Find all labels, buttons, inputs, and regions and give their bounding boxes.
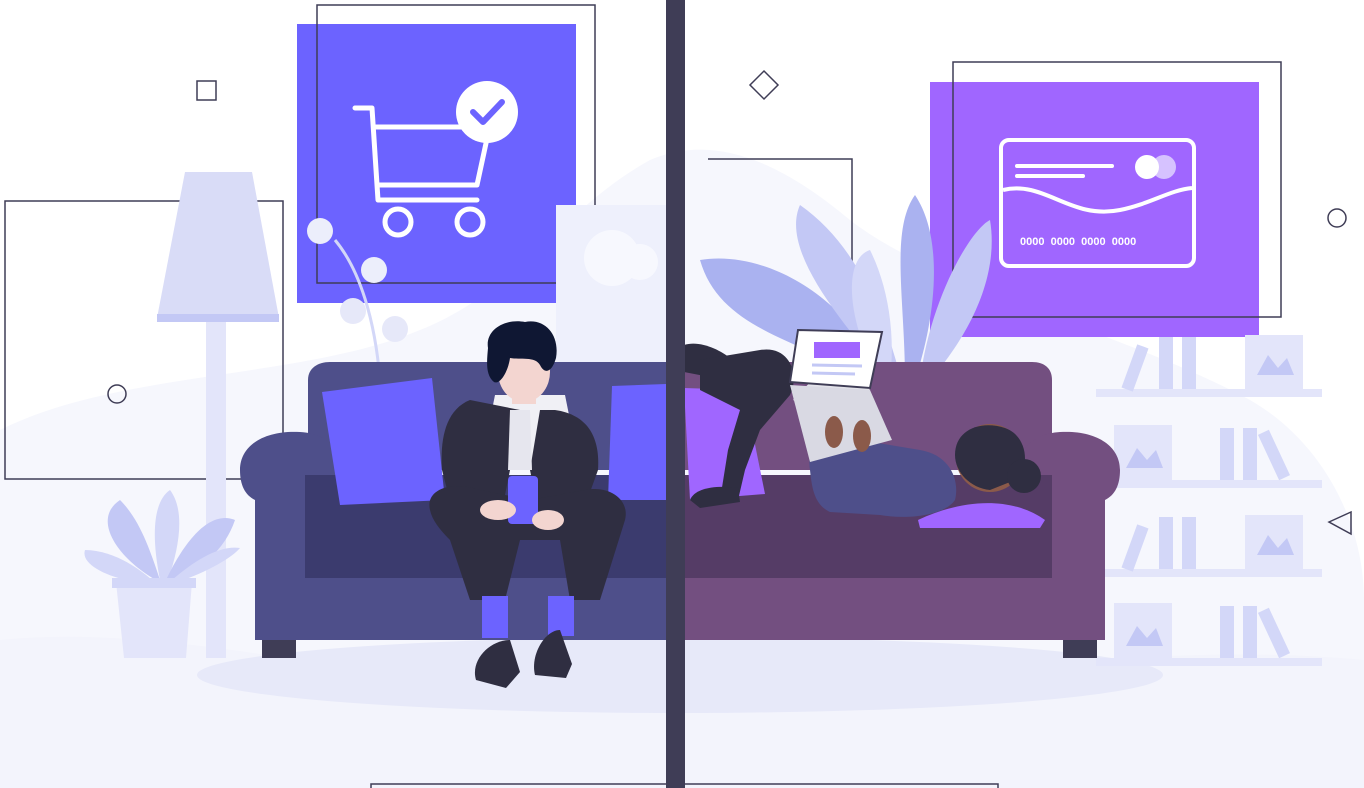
shopping-panel: [297, 24, 576, 303]
checkmark-icon: [456, 81, 518, 143]
card-number: 0000 0000 0000 0000: [1020, 236, 1136, 248]
balloon-3: [340, 298, 366, 324]
balloon-1: [307, 218, 333, 244]
outline-square-small: [196, 80, 217, 101]
scene-illustration: 0000 0000 0000 0000: [0, 0, 1364, 788]
balloon-4: [382, 316, 408, 342]
balloon-2: [361, 257, 387, 283]
illustration-stage: 0000 0000 0000 0000: [0, 0, 1364, 788]
center-divider: [666, 0, 685, 788]
window-bubble-small: [622, 244, 658, 280]
outline-circle-right: [1327, 208, 1347, 228]
outline-diamond: [748, 69, 780, 101]
